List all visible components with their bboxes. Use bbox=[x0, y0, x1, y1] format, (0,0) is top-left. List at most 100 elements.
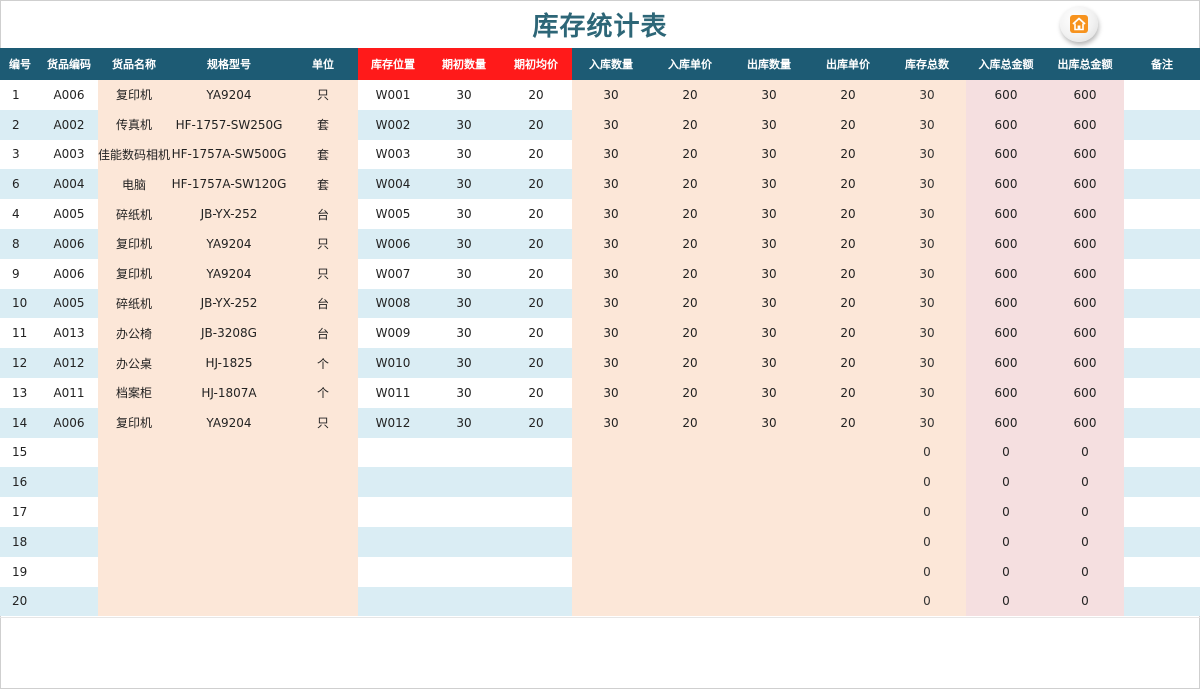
header-item-code[interactable]: 货品编码 bbox=[40, 48, 98, 80]
header-remarks[interactable]: 备注 bbox=[1124, 48, 1200, 80]
cell-spec[interactable]: JB-YX-252 bbox=[170, 288, 288, 319]
cell-remarks[interactable] bbox=[1124, 139, 1200, 170]
cell-out-amount[interactable]: 600 bbox=[1046, 169, 1124, 200]
cell-unit[interactable]: 套 bbox=[288, 109, 358, 140]
cell-spec[interactable] bbox=[170, 437, 288, 468]
cell-opening-qty[interactable] bbox=[428, 526, 500, 557]
cell-out-price[interactable]: 20 bbox=[808, 109, 888, 140]
cell-opening-price[interactable]: 20 bbox=[500, 139, 572, 170]
cell-out-price[interactable]: 20 bbox=[808, 318, 888, 349]
cell-out-price[interactable]: 20 bbox=[808, 288, 888, 319]
cell-spec[interactable] bbox=[170, 556, 288, 587]
cell-in-price[interactable] bbox=[650, 467, 730, 498]
cell-in-price[interactable]: 20 bbox=[650, 377, 730, 408]
cell-in-price[interactable]: 20 bbox=[650, 407, 730, 438]
cell-out-qty[interactable]: 30 bbox=[730, 288, 808, 319]
cell-item-name[interactable] bbox=[98, 497, 170, 527]
cell-item-name[interactable]: 档案柜 bbox=[98, 377, 170, 408]
cell-item-code[interactable]: A002 bbox=[40, 109, 98, 140]
cell-item-name[interactable]: 复印机 bbox=[98, 258, 170, 289]
cell-remarks[interactable] bbox=[1124, 288, 1200, 319]
cell-item-code[interactable]: A013 bbox=[40, 318, 98, 349]
cell-location[interactable]: W002 bbox=[358, 109, 428, 140]
cell-unit[interactable]: 台 bbox=[288, 288, 358, 319]
cell-out-price[interactable]: 20 bbox=[808, 258, 888, 289]
cell-in-qty[interactable]: 30 bbox=[572, 288, 650, 319]
cell-item-name[interactable]: 碎纸机 bbox=[98, 199, 170, 229]
cell-remarks[interactable] bbox=[1124, 467, 1200, 498]
cell-item-name[interactable] bbox=[98, 437, 170, 468]
cell-in-amount[interactable]: 600 bbox=[966, 199, 1046, 229]
cell-in-amount[interactable]: 0 bbox=[966, 467, 1046, 498]
cell-unit[interactable]: 只 bbox=[288, 407, 358, 438]
cell-out-amount[interactable]: 600 bbox=[1046, 228, 1124, 259]
cell-item-code[interactable]: A005 bbox=[40, 199, 98, 229]
cell-opening-price[interactable] bbox=[500, 497, 572, 527]
cell-stock-total[interactable]: 30 bbox=[888, 228, 966, 259]
cell-in-amount[interactable]: 600 bbox=[966, 318, 1046, 349]
cell-id[interactable]: 14 bbox=[0, 407, 40, 438]
cell-opening-price[interactable] bbox=[500, 437, 572, 468]
cell-opening-qty[interactable]: 30 bbox=[428, 288, 500, 319]
cell-id[interactable]: 20 bbox=[0, 586, 40, 617]
header-in-price[interactable]: 入库单价 bbox=[650, 48, 730, 80]
cell-location[interactable]: W007 bbox=[358, 258, 428, 289]
cell-in-amount[interactable]: 600 bbox=[966, 288, 1046, 319]
cell-in-qty[interactable] bbox=[572, 497, 650, 527]
cell-in-amount[interactable]: 600 bbox=[966, 169, 1046, 200]
cell-opening-qty[interactable]: 30 bbox=[428, 318, 500, 349]
header-stock-total[interactable]: 库存总数 bbox=[888, 48, 966, 80]
cell-location[interactable] bbox=[358, 526, 428, 557]
cell-out-amount[interactable]: 600 bbox=[1046, 258, 1124, 289]
cell-item-name[interactable] bbox=[98, 526, 170, 557]
cell-unit[interactable]: 台 bbox=[288, 199, 358, 229]
cell-remarks[interactable] bbox=[1124, 407, 1200, 438]
cell-remarks[interactable] bbox=[1124, 169, 1200, 200]
cell-out-price[interactable]: 20 bbox=[808, 169, 888, 200]
cell-out-qty[interactable]: 30 bbox=[730, 348, 808, 378]
cell-item-name[interactable]: 碎纸机 bbox=[98, 288, 170, 319]
cell-stock-total[interactable]: 0 bbox=[888, 586, 966, 617]
cell-stock-total[interactable]: 0 bbox=[888, 556, 966, 587]
cell-location[interactable] bbox=[358, 437, 428, 468]
cell-item-code[interactable]: A012 bbox=[40, 348, 98, 378]
cell-location[interactable]: W005 bbox=[358, 199, 428, 229]
cell-in-price[interactable]: 20 bbox=[650, 348, 730, 378]
cell-in-amount[interactable]: 0 bbox=[966, 556, 1046, 587]
cell-out-qty[interactable] bbox=[730, 437, 808, 468]
header-opening-qty[interactable]: 期初数量 bbox=[428, 48, 500, 80]
cell-item-code[interactable] bbox=[40, 586, 98, 617]
cell-unit[interactable]: 只 bbox=[288, 258, 358, 289]
cell-out-price[interactable] bbox=[808, 586, 888, 617]
header-spec[interactable]: 规格型号 bbox=[170, 48, 288, 80]
cell-item-name[interactable]: 办公椅 bbox=[98, 318, 170, 349]
cell-spec[interactable]: HJ-1807A bbox=[170, 377, 288, 408]
cell-in-amount[interactable]: 600 bbox=[966, 377, 1046, 408]
cell-opening-qty[interactable] bbox=[428, 437, 500, 468]
cell-in-amount[interactable]: 600 bbox=[966, 80, 1046, 110]
cell-location[interactable]: W003 bbox=[358, 139, 428, 170]
cell-in-qty[interactable]: 30 bbox=[572, 348, 650, 378]
cell-id[interactable]: 1 bbox=[0, 80, 40, 110]
cell-in-amount[interactable]: 0 bbox=[966, 526, 1046, 557]
cell-in-amount[interactable]: 600 bbox=[966, 139, 1046, 170]
cell-opening-qty[interactable]: 30 bbox=[428, 228, 500, 259]
cell-out-qty[interactable] bbox=[730, 556, 808, 587]
cell-unit[interactable]: 台 bbox=[288, 318, 358, 349]
cell-in-price[interactable]: 20 bbox=[650, 139, 730, 170]
cell-spec[interactable]: HJ-1825 bbox=[170, 348, 288, 378]
cell-item-name[interactable]: 传真机 bbox=[98, 109, 170, 140]
cell-stock-total[interactable]: 30 bbox=[888, 288, 966, 319]
cell-location[interactable]: W009 bbox=[358, 318, 428, 349]
cell-stock-total[interactable]: 30 bbox=[888, 348, 966, 378]
cell-spec[interactable]: HF-1757-SW250G bbox=[170, 109, 288, 140]
cell-item-code[interactable] bbox=[40, 437, 98, 468]
cell-in-price[interactable]: 20 bbox=[650, 318, 730, 349]
cell-opening-price[interactable]: 20 bbox=[500, 407, 572, 438]
cell-in-price[interactable]: 20 bbox=[650, 258, 730, 289]
cell-stock-total[interactable]: 0 bbox=[888, 497, 966, 527]
cell-in-price[interactable]: 20 bbox=[650, 228, 730, 259]
cell-opening-qty[interactable]: 30 bbox=[428, 377, 500, 408]
cell-id[interactable]: 9 bbox=[0, 258, 40, 289]
cell-opening-price[interactable]: 20 bbox=[500, 377, 572, 408]
